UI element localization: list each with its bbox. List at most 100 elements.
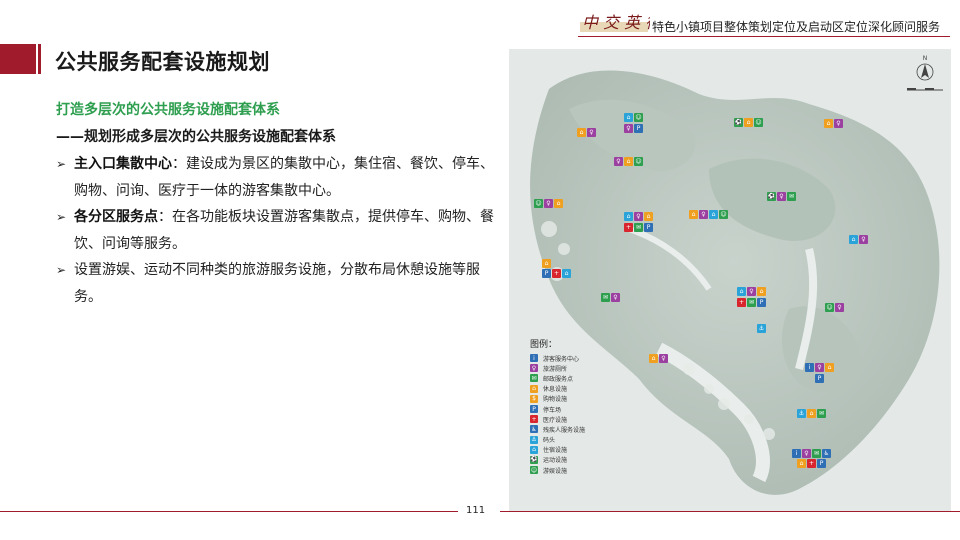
mail-icon: ✉: [530, 374, 538, 383]
parking-icon: P: [817, 459, 826, 468]
legend-item: ⚓ 码头: [530, 435, 640, 445]
map-poi-cluster: ⌂ ♀ ⌂ ☺: [689, 210, 728, 219]
lodging-icon: ⌂: [624, 113, 633, 122]
map-poi-cluster: ⚓ ⌂ ✉: [797, 409, 826, 418]
medical-icon: +: [552, 269, 561, 278]
header-title: 特色小镇项目整体策划定位及启动区定位深化顾问服务: [652, 20, 941, 34]
recreation-icon: ☺: [530, 466, 538, 475]
legend-item: ♀ 旅游厕所: [530, 363, 640, 373]
map-poi-cluster: P + ⌂: [542, 269, 571, 278]
bullet-key: 各分区服务点: [74, 209, 158, 225]
toilet-icon: ♀: [587, 128, 596, 137]
legend-item: + 医疗设施: [530, 414, 640, 424]
rest-icon: ⌂: [624, 157, 633, 166]
map-poi-cluster: ♀ P: [624, 124, 643, 133]
lodging-icon: ⌂: [709, 210, 718, 219]
legend-item: ⚽ 运动设施: [530, 455, 640, 465]
map-poi-cluster: ☺ ♀: [825, 303, 844, 312]
rest-icon: ⌂: [825, 363, 834, 372]
page-title: 公共服务配套设施规划: [55, 50, 270, 74]
compass-label: N: [923, 55, 928, 62]
accessibility-icon: ♿: [530, 425, 538, 434]
medical-icon: +: [624, 223, 633, 232]
legend-label: 邮政服务点: [543, 375, 574, 383]
mail-icon: ✉: [812, 449, 821, 458]
lodging-icon: ⌂: [737, 287, 746, 296]
info-icon: i: [792, 449, 801, 458]
map-poi-cluster: ⌂ ☺: [624, 113, 643, 122]
rest-icon: ⌂: [644, 212, 653, 221]
rest-icon: ⌂: [689, 210, 698, 219]
medical-icon: +: [737, 298, 746, 307]
bullet-item: ➢ 主入口集散中心：建设成为景区的集散中心，集住宿、餐饮、停车、购物、问询、医疗…: [56, 151, 496, 204]
map-poi-cluster: ⌂ ♀ ⌂: [624, 212, 653, 221]
map-poi-cluster: i ♀ ✉ ♿: [792, 449, 831, 458]
parking-icon: P: [757, 298, 766, 307]
sports-icon: ⚽: [734, 118, 743, 127]
map-poi-cluster: + ✉ P: [737, 298, 766, 307]
info-icon: i: [530, 354, 538, 363]
legend-label: 停车场: [543, 406, 562, 414]
medical-icon: +: [807, 459, 816, 468]
parking-icon: P: [634, 124, 643, 133]
legend-item: ♿ 残疾人服务设施: [530, 424, 640, 434]
legend-label: 游娱设施: [543, 467, 568, 475]
legend-item: ⌂ 休息设施: [530, 384, 640, 394]
title-accent-block: [0, 44, 36, 74]
legend-label: 游客服务中心: [543, 355, 580, 363]
bullet-key: 主入口集散中心: [74, 156, 172, 172]
bullet-list: ➢ 主入口集散中心：建设成为景区的集散中心，集住宿、餐饮、停车、购物、问询、医疗…: [56, 151, 496, 310]
rest-icon: ⌂: [807, 409, 816, 418]
recreation-icon: ☺: [754, 118, 763, 127]
rest-icon: ⌂: [757, 287, 766, 296]
map-poi-cluster: ⚓: [757, 324, 766, 333]
company-logo: 中 交 英 德: [580, 13, 650, 32]
recreation-icon: ☺: [534, 199, 543, 208]
toilet-icon: ♀: [659, 354, 668, 363]
legend-label: 医疗设施: [543, 416, 568, 424]
recreation-icon: ☺: [634, 157, 643, 166]
map-poi-cluster: ⌂ ♀: [577, 128, 596, 137]
legend-item: $ 购物设施: [530, 394, 640, 404]
pier-icon: ⚓: [757, 324, 766, 333]
map-poi-cluster: ⌂: [542, 259, 551, 268]
toilet-icon: ♀: [624, 124, 633, 133]
mail-icon: ✉: [817, 409, 826, 418]
legend-items: i 游客服务中心 ♀ 旅游厕所 ✉ 邮政服务点 ⌂ 休息设施 $ 购物设施 P 停车场 + 医疗设施 ♿ 残疾…: [530, 353, 640, 475]
lodging-icon: ⌂: [624, 212, 633, 221]
map-poi-cluster: ☺ ♀ ⌂: [534, 199, 563, 208]
pier-icon: ⚓: [797, 409, 806, 418]
parking-icon: P: [644, 223, 653, 232]
legend-item: ☺ 游娱设施: [530, 465, 640, 475]
bullet-arrow-icon: ➢: [56, 210, 67, 224]
legend-item: ✉ 邮政服务点: [530, 373, 640, 383]
legend-label: 休息设施: [543, 386, 568, 394]
legend-label: 码头: [543, 437, 556, 445]
info-icon: i: [805, 363, 814, 372]
footer-divider-left: [0, 511, 458, 512]
title-accent-line: [38, 44, 41, 74]
map-poi-cluster: ⌂ ♀: [649, 354, 668, 363]
map-poi-cluster: i ♀ ⌂: [805, 363, 834, 372]
bullet-item: ➢ 设置游娱、运动不同种类的旅游服务设施，分散布局休憩设施等服务。: [56, 257, 496, 310]
toilet-icon: ♀: [530, 364, 538, 373]
svg-text:中 交 英 德: 中 交 英 德: [582, 13, 650, 32]
rest-icon: ⌂: [530, 384, 538, 393]
recreation-icon: ☺: [719, 210, 728, 219]
map-poi-cluster: ⚽ ⌂ ☺: [734, 118, 763, 127]
page-number: 111: [466, 505, 486, 516]
mail-icon: ✉: [787, 192, 796, 201]
rest-icon: ⌂: [797, 459, 806, 468]
mail-icon: ✉: [601, 293, 610, 302]
toilet-icon: ♀: [777, 192, 786, 201]
bullet-text: 设置游娱、运动不同种类的旅游服务设施，分散布局休憩设施等服务。: [74, 262, 480, 305]
rest-icon: ⌂: [542, 259, 551, 268]
toilet-icon: ♀: [614, 157, 623, 166]
bullet-arrow-icon: ➢: [56, 157, 67, 171]
legend-item: i 游客服务中心: [530, 353, 640, 363]
map-poi-cluster: ⌂ ♀ ⌂: [737, 287, 766, 296]
pier-icon: ⚓: [530, 435, 538, 444]
rest-icon: ⌂: [649, 354, 658, 363]
legend-label: 旅游厕所: [543, 365, 568, 373]
recreation-icon: ☺: [634, 113, 643, 122]
